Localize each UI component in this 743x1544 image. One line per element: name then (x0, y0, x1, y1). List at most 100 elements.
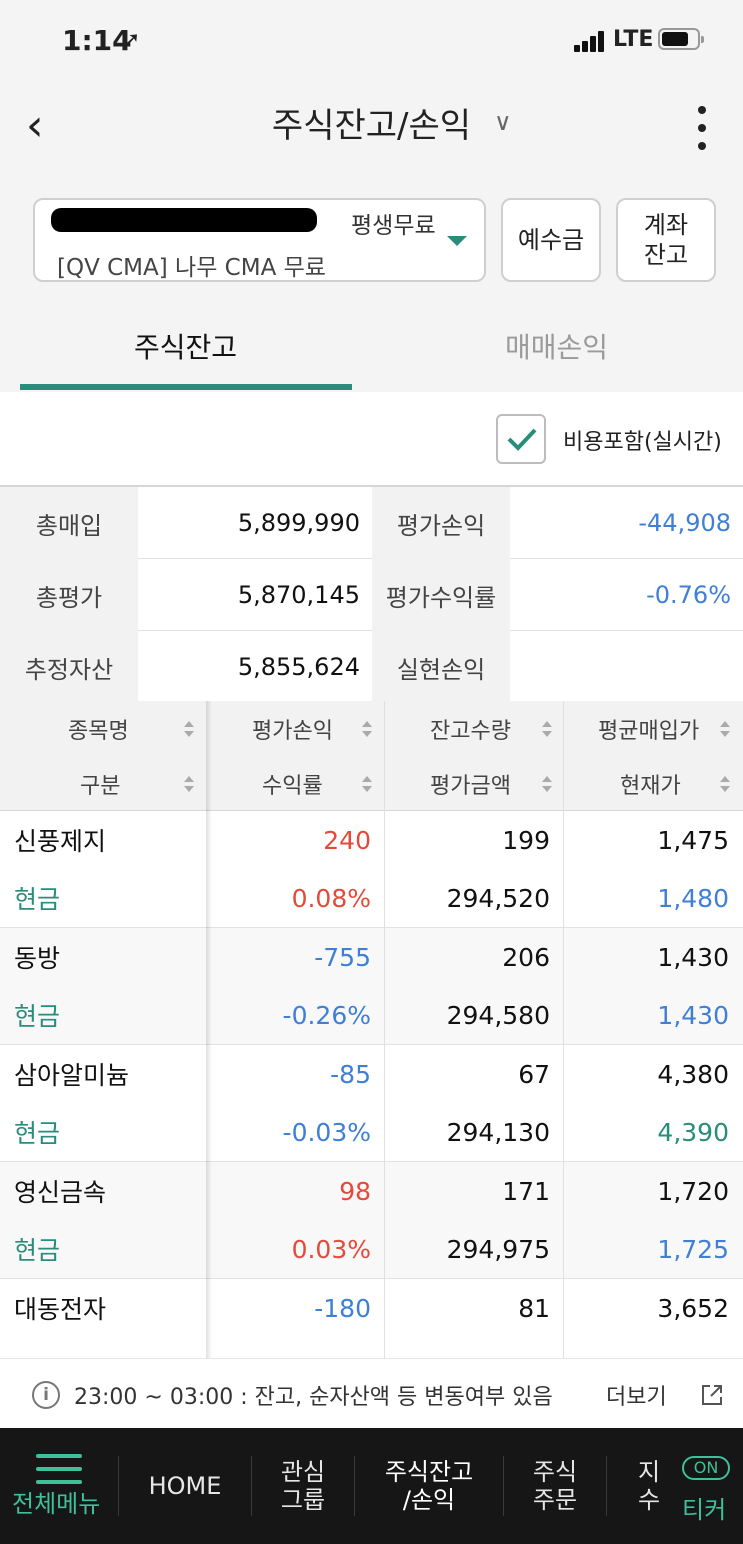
page-title[interactable]: 주식잔고/손익 (0, 102, 743, 150)
nav-ticker[interactable]: 티커 (682, 1490, 726, 1525)
active-tab-indicator (20, 384, 352, 390)
table-row[interactable]: 삼아알미늄 현금 -85 -0.03% 67 294,130 4,380 4,390 (0, 1045, 743, 1162)
nav-stock-balance[interactable]: 주식잔고/손익 (355, 1428, 503, 1544)
status-bar: 1:14 ➚ LTE (0, 0, 743, 80)
summary-label: 실현손익 (372, 631, 510, 703)
sort-icon[interactable] (542, 776, 552, 792)
tab-stock-balance[interactable]: 주식잔고 (134, 326, 237, 366)
header-type[interactable]: 구분 (80, 756, 120, 811)
sort-icon[interactable] (542, 721, 552, 737)
sort-icon[interactable] (720, 776, 730, 792)
eval-pnl: -755 (314, 942, 371, 972)
fee-include-label: 비용포함(실시간) (563, 430, 722, 455)
nav-all-menu[interactable]: 전체메뉴 (0, 1428, 118, 1544)
summary-table: 총매입 5,899,990 평가손익 -44,908 총평가 5,870,145… (0, 485, 743, 703)
stock-name: 동방 (14, 944, 61, 973)
eval-pnl: 240 (323, 825, 371, 855)
chevron-down-icon[interactable]: ∨ (494, 108, 512, 136)
ticker-on-badge[interactable]: ON (682, 1456, 730, 1480)
avg-price: 4,380 (657, 1059, 729, 1089)
notice-text: 23:00 ~ 03:00 : 잔고, 순자산액 등 변동여부 있음 (74, 1385, 553, 1410)
summary-row: 총평가 5,870,145 평가수익률 -0.76% (0, 559, 743, 631)
nav-index[interactable]: 지수 (607, 1428, 667, 1544)
account-balance-button[interactable]: 계좌 잔고 (616, 198, 716, 282)
external-link-icon[interactable] (700, 1383, 724, 1407)
balance-panel: 비용포함(실시간) 총매입 5,899,990 평가손익 -44,908 총평가… (0, 392, 743, 1358)
return-rate: 0.08% (291, 883, 371, 913)
quantity: 81 (518, 1293, 550, 1323)
stock-type: 현금 (14, 1119, 61, 1148)
table-row[interactable]: 신풍제지 현금 240 0.08% 199 294,520 1,475 1,480 (0, 811, 743, 928)
more-options-icon[interactable] (696, 106, 708, 150)
stock-type: 현금 (14, 885, 61, 914)
summary-value: -0.76% (646, 581, 731, 609)
return-rate: 0.03% (291, 1234, 371, 1264)
quantity: 67 (518, 1059, 550, 1089)
notice-bar: i 23:00 ~ 03:00 : 잔고, 순자산액 등 변동여부 있음 더보기 (0, 1358, 743, 1428)
summary-value: 5,855,624 (237, 653, 360, 681)
avg-price: 1,430 (657, 942, 729, 972)
header-eval-pnl[interactable]: 평가손익 (252, 701, 333, 756)
check-icon (507, 428, 537, 451)
redacted-account-number (51, 208, 317, 232)
sort-icon[interactable] (184, 776, 194, 792)
column-divider (384, 701, 385, 1358)
sort-icon[interactable] (362, 776, 372, 792)
eval-pnl: -85 (330, 1059, 371, 1089)
hamburger-menu-icon (36, 1454, 82, 1484)
sort-icon[interactable] (184, 721, 194, 737)
quantity: 171 (502, 1176, 550, 1206)
tab-trade-pnl[interactable]: 매매손익 (505, 326, 608, 366)
summary-label: 평가손익 (372, 487, 510, 559)
summary-value (510, 631, 743, 703)
summary-value: 5,870,145 (237, 581, 360, 609)
holdings-list: 신풍제지 현금 240 0.08% 199 294,520 1,475 1,480 동방 현금 -7… (0, 811, 743, 1358)
holdings-table-header: 종목명 평가손익 잔고수량 평균매입가 구분 수익률 평가금액 현재가 (0, 701, 743, 811)
header-current-price[interactable]: 현재가 (620, 756, 681, 811)
battery-icon (658, 28, 704, 50)
header-avg-price[interactable]: 평균매입가 (598, 701, 699, 756)
nav-watch-group[interactable]: 관심 그룹 (252, 1428, 354, 1544)
eval-amount: 294,580 (446, 1000, 550, 1030)
nav-stock-order[interactable]: 주식 주문 (504, 1428, 606, 1544)
account-plan: 평생무료 (351, 213, 436, 239)
summary-row: 추정자산 5,855,624 실현손익 (0, 631, 743, 703)
stock-name: 대동전자 (14, 1295, 107, 1324)
dropdown-caret-icon (447, 236, 467, 246)
deposit-button[interactable]: 예수금 (501, 198, 601, 282)
summary-label: 평가수익률 (372, 559, 510, 631)
avg-price: 1,720 (657, 1176, 729, 1206)
bottom-navigation: 전체메뉴 HOME 관심 그룹 주식잔고/손익 주식 주문 지수 ON 티커 (0, 1428, 743, 1544)
fee-include-checkbox[interactable] (496, 414, 546, 464)
tab-bar: 주식잔고 매매손익 (0, 300, 743, 392)
stock-name: 신풍제지 (14, 827, 107, 856)
quantity: 206 (502, 942, 550, 972)
eval-pnl: 98 (339, 1176, 371, 1206)
eval-amount: 294,520 (446, 883, 550, 913)
table-row[interactable]: 동방 현금 -755 -0.26% 206 294,580 1,430 1,430 (0, 928, 743, 1045)
header-stock-name[interactable]: 종목명 (68, 701, 129, 756)
nav-home[interactable]: HOME (119, 1428, 251, 1544)
summary-value: 5,899,990 (237, 509, 360, 537)
sort-icon[interactable] (720, 721, 730, 737)
signal-icon (574, 30, 606, 52)
frozen-column-shadow (206, 701, 212, 1358)
stock-type: 현금 (14, 1236, 61, 1265)
table-row[interactable]: 영신금속 현금 98 0.03% 171 294,975 1,720 1,725 (0, 1162, 743, 1279)
header-eval-amount[interactable]: 평가금액 (430, 756, 511, 811)
current-price: 1,480 (657, 883, 729, 913)
info-icon: i (32, 1381, 60, 1409)
summary-label: 총평가 (0, 559, 138, 631)
stock-type: 현금 (14, 1002, 61, 1031)
account-selector[interactable]: 평생무료 [QV CMA] 나무 CMA 무료 (33, 198, 486, 282)
more-link[interactable]: 더보기 (606, 1379, 667, 1411)
stock-name: 영신금속 (14, 1178, 107, 1207)
nav-header: ‹ 주식잔고/손익 ∨ (0, 80, 743, 176)
current-price: 4,390 (657, 1117, 729, 1147)
header-return-rate[interactable]: 수익률 (262, 756, 323, 811)
eval-amount: 294,975 (446, 1234, 550, 1264)
sort-icon[interactable] (362, 721, 372, 737)
summary-row: 총매입 5,899,990 평가손익 -44,908 (0, 487, 743, 559)
table-row[interactable]: 대동전자 -180 81 3,652 (0, 1279, 743, 1358)
header-quantity[interactable]: 잔고수량 (430, 701, 511, 756)
